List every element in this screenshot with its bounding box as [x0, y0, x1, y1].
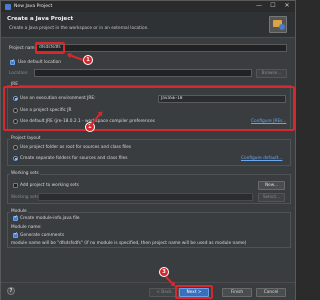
working-sets-label: Working sets: — [11, 195, 41, 200]
configure-jres-link[interactable]: Configure JREs... — [251, 119, 287, 124]
use-default-location-checkbox[interactable] — [10, 59, 15, 65]
new-java-project-dialog: New Java Project — ☐ ✕ Create a Java Pro… — [0, 0, 296, 300]
generate-comments-label: Generate comments — [20, 233, 65, 238]
jre-environment-select[interactable]: JavaSE-18 — [158, 95, 286, 103]
project-layout-group — [7, 139, 291, 166]
jre-default-radio[interactable] — [13, 119, 18, 124]
configure-default-link[interactable]: Configure default... — [241, 156, 282, 161]
create-module-info-checkbox[interactable] — [13, 215, 18, 221]
jre-project-specific-label: Use a project specific JR — [20, 108, 72, 113]
jre-execution-env-radio[interactable] — [13, 96, 18, 101]
project-name-highlight — [35, 42, 65, 54]
window-title: New Java Project — [14, 4, 53, 9]
generate-comments-checkbox[interactable] — [13, 232, 18, 238]
layout-separate-label: Create separate folders for sources and … — [20, 156, 128, 161]
cancel-button[interactable]: Cancel — [256, 288, 286, 297]
title-bar: New Java Project — ☐ ✕ — [1, 1, 295, 12]
module-group-title: Module — [10, 209, 28, 214]
add-to-working-sets-label: Add project to working sets — [20, 183, 79, 188]
use-default-location-label: Use default location — [18, 60, 61, 65]
finish-button[interactable]: Finish — [222, 288, 252, 297]
module-name-label: Module name: — [11, 225, 42, 230]
eclipse-app-icon — [5, 3, 11, 10]
location-label: Location: — [9, 71, 29, 76]
annotation-badge-3: 3 — [159, 267, 169, 277]
annotation-badge-1: 1 — [83, 55, 93, 65]
add-to-working-sets-checkbox[interactable] — [13, 183, 18, 188]
annotation-arrow-1 — [67, 53, 84, 61]
maximize-button[interactable]: ☐ — [268, 2, 278, 10]
wizard-header: Create a Java Project Create a Java proj… — [1, 12, 295, 38]
jre-project-specific-radio[interactable] — [13, 108, 18, 113]
close-button[interactable]: ✕ — [282, 2, 292, 10]
minimize-button[interactable]: — — [254, 2, 264, 10]
jre-execution-env-label: Use an execution environment JRE: — [20, 96, 96, 101]
project-layout-title: Project layout — [10, 136, 42, 141]
next-button-highlight — [175, 285, 213, 299]
working-sets-combo[interactable] — [38, 193, 253, 201]
working-sets-title: Working sets — [10, 171, 40, 176]
help-icon[interactable]: ? — [7, 287, 15, 295]
browse-button[interactable]: Browse... — [256, 69, 287, 78]
layout-root-radio[interactable] — [13, 145, 18, 150]
wizard-description: Create a Java project in the workspace o… — [9, 26, 149, 31]
wizard-title: Create a Java Project — [7, 16, 74, 22]
select-working-sets-button[interactable]: Select... — [258, 193, 285, 202]
java-project-wizard-icon — [269, 16, 287, 33]
new-working-set-button[interactable]: New... — [258, 181, 285, 190]
create-module-info-label: Create module-info.java file — [20, 216, 80, 221]
layout-separate-radio[interactable] — [13, 156, 18, 161]
project-name-input[interactable]: dfsdsfsdfs — [36, 44, 287, 52]
layout-root-label: Use project folder as root for sources a… — [20, 145, 132, 150]
module-name-note: module name will be "dfsdsfsdfs" (if no … — [11, 241, 247, 246]
location-input[interactable] — [34, 69, 252, 77]
